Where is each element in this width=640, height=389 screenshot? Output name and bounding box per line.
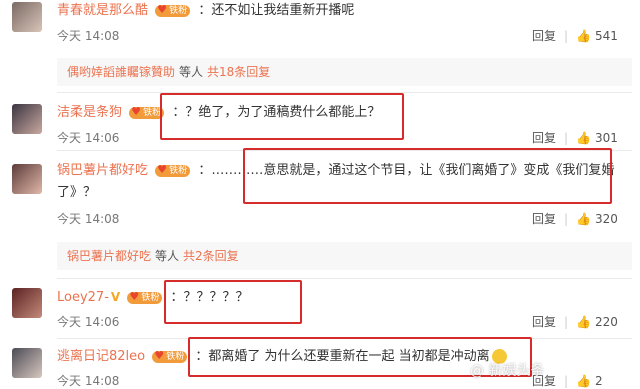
thumbs-up-icon[interactable]: 👍 [576,374,591,388]
comment-line-continued: 了》？ [57,184,96,202]
sub-thread-count[interactable]: 共18条回复 [207,65,270,79]
reply-button[interactable]: 回复 [532,29,556,43]
sub-thread-count[interactable]: 共2条回复 [183,249,239,263]
avatar[interactable] [12,288,42,318]
comment-time: 今天 14:06 [57,131,120,145]
comment-time: 今天 14:08 [57,212,120,226]
highlight-box [164,280,302,324]
fan-badge: ♥ 铁粉 [155,2,191,17]
comment-username[interactable]: 洁柔是条狗 [57,105,122,120]
heart-icon: ♥ [157,162,168,176]
sub-thread-user[interactable]: 偶哟婞謟誰矚镓贊助 [67,65,175,79]
highlight-box [160,93,404,140]
comment-actions: 回复 | 👍 301 [532,131,618,145]
fan-badge: ♥ 铁粉 [127,289,163,304]
like-count: 2 [595,374,603,388]
comment-username[interactable]: 青春就是那么酷 [57,3,148,18]
like-count: 220 [595,315,618,329]
reply-button[interactable]: 回复 [532,315,556,329]
comment-actions: 回复 | 👍 220 [532,315,618,329]
reply-button[interactable]: 回复 [532,212,556,226]
sub-thread-summary[interactable]: 锅巴薯片都好吃 等人 共2条回复 [57,242,632,270]
comment-actions: 回复 | 👍 541 [532,29,618,43]
fan-badge: ♥ 铁粉 [129,104,165,119]
fan-badge: ♥ 铁粉 [152,348,188,363]
avatar[interactable] [12,104,42,134]
comment-username[interactable]: Loey27- [57,290,109,305]
like-count: 320 [595,212,618,226]
thumbs-up-icon[interactable]: 👍 [576,29,591,43]
heart-icon: ♥ [157,2,168,16]
comment-line: 青春就是那么酷 ♥ 铁粉 ：还不如让我结重新开播呢 [57,2,354,20]
comment-actions: 回复 | 👍 320 [532,212,618,226]
avatar[interactable] [12,2,42,32]
comment-text-continued: 了》？ [57,185,97,200]
comment-time: 今天 14:08 [57,29,120,43]
comment-time: 今天 14:08 [57,374,120,388]
comment-username[interactable]: 锅巴薯片都好吃 [57,163,148,178]
highlight-box [243,148,612,204]
comment-username[interactable]: 逃离日记82leo [57,349,145,364]
divider [57,278,632,279]
thumbs-up-icon[interactable]: 👍 [576,131,591,145]
avatar[interactable] [12,164,42,194]
sub-thread-user[interactable]: 锅巴薯片都好吃 [67,249,151,263]
verified-icon: V [110,290,121,304]
fan-badge: ♥ 铁粉 [155,162,191,177]
thumbs-up-icon[interactable]: 👍 [576,212,591,226]
sub-thread-summary[interactable]: 偶哟婞謟誰矚镓贊助 等人 共18条回复 [57,58,632,86]
heart-icon: ♥ [131,104,142,118]
heart-icon: ♥ [129,289,140,303]
like-count: 301 [595,131,618,145]
thumbs-up-icon[interactable]: 👍 [576,315,591,329]
comment-text: ：还不如让我结重新开播呢 [198,3,355,18]
reply-button[interactable]: 回复 [532,131,556,145]
watermark: @ 新娱头条 [470,363,545,379]
heart-icon: ♥ [154,348,165,362]
comment-time: 今天 14:06 [57,315,120,329]
like-count: 541 [595,29,618,43]
avatar[interactable] [12,348,42,378]
